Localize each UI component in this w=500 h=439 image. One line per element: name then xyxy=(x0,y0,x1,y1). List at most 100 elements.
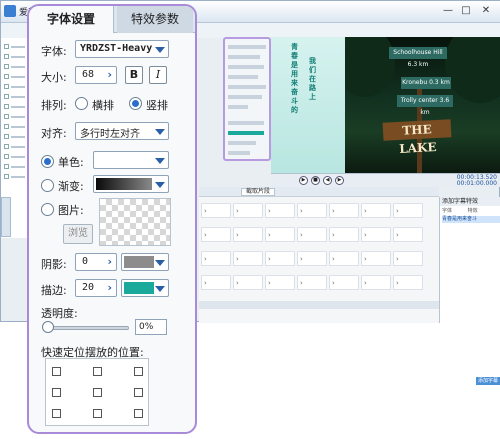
add-subtitle-button[interactable]: 添加字幕 xyxy=(476,377,500,385)
video-preview[interactable]: 青春是用来奋斗的 我们在路上 Schoolhouse Hill 6.3 km K… xyxy=(271,37,500,173)
shadow-color-picker[interactable] xyxy=(121,253,169,271)
tree-item[interactable] xyxy=(4,174,26,180)
size-value: 68 xyxy=(82,69,95,80)
mini-font-panel xyxy=(223,37,271,161)
play-button[interactable]: ▶ xyxy=(299,176,308,185)
solid-color-picker[interactable] xyxy=(93,151,169,169)
tab-font-settings[interactable]: 字体设置 xyxy=(29,6,114,33)
stop-button[interactable]: ■ xyxy=(311,176,320,185)
sign-2: Kronebu 0.3 km xyxy=(401,77,451,89)
tree-item[interactable] xyxy=(4,74,26,80)
tree-item[interactable] xyxy=(4,44,26,50)
tree-item[interactable] xyxy=(4,54,26,60)
tree-item[interactable] xyxy=(4,164,26,170)
chevron-right-icon: › xyxy=(107,281,112,294)
shadow-stepper[interactable]: 0 › xyxy=(75,253,117,271)
total-time: 00:01:00.000 xyxy=(456,180,497,187)
gradient-swatch xyxy=(96,178,152,190)
sign-3: Trolly center 3.6 km xyxy=(397,95,453,116)
gradient-picker[interactable] xyxy=(93,175,169,193)
preview-photo: Schoolhouse Hill 6.3 km Kronebu 0.3 km T… xyxy=(345,37,500,173)
layout-label: 排列: xyxy=(41,99,67,112)
timeline-scrollbar[interactable] xyxy=(199,301,439,309)
align-select[interactable]: 多行时左对齐 xyxy=(75,122,169,140)
image-radio[interactable] xyxy=(41,203,54,216)
column-effect: 特效 xyxy=(467,208,478,214)
font-select-value: YRDZST-Heavy xyxy=(80,43,153,54)
stroke-color-swatch xyxy=(124,282,154,294)
shadow-color-swatch xyxy=(124,256,154,268)
position-middle-right[interactable] xyxy=(134,388,143,397)
tree-item[interactable] xyxy=(4,124,26,130)
vertical-radio-label: 竖排 xyxy=(146,99,168,112)
stroke-label: 描边: xyxy=(41,284,67,297)
position-top-center[interactable] xyxy=(93,367,102,376)
chevron-down-icon xyxy=(155,182,165,188)
gradient-label: 渐变: xyxy=(58,180,84,193)
lake-sign: THE LAKE xyxy=(382,119,452,156)
opacity-slider-thumb[interactable] xyxy=(42,321,54,333)
browse-button[interactable]: 浏览 xyxy=(63,224,93,244)
position-bottom-right[interactable] xyxy=(134,409,143,418)
solid-color-swatch xyxy=(96,154,152,166)
shadow-value: 0 xyxy=(82,256,89,267)
subtitle-list-panel: 添加字幕特效 字体 特效 青春是用来奋斗 添加字幕 xyxy=(439,197,500,385)
sign-1: Schoolhouse Hill 6.3 km xyxy=(389,47,447,68)
chevron-down-icon xyxy=(155,260,165,266)
tab-effect-params[interactable]: 特效参数 xyxy=(117,6,193,33)
gradient-radio[interactable] xyxy=(41,179,54,192)
vertical-radio[interactable] xyxy=(129,97,142,110)
position-bottom-center[interactable] xyxy=(93,409,102,418)
timeline-toolbar xyxy=(199,187,439,197)
position-top-right[interactable] xyxy=(134,367,143,376)
prev-frame-button[interactable]: ◀ xyxy=(323,176,332,185)
close-button[interactable]: ✕ xyxy=(479,4,493,17)
position-top-left[interactable] xyxy=(52,367,61,376)
stroke-color-picker[interactable] xyxy=(121,279,169,297)
tree-item[interactable] xyxy=(4,114,26,120)
italic-button[interactable]: I xyxy=(149,66,167,84)
position-bottom-left[interactable] xyxy=(52,409,61,418)
tree-item[interactable] xyxy=(4,84,26,90)
tree-item[interactable] xyxy=(4,104,26,110)
stroke-stepper[interactable]: 20 › xyxy=(75,279,117,297)
subtitle-list-row[interactable]: 青春是用来奋斗 xyxy=(442,216,500,223)
align-label: 对齐: xyxy=(41,127,67,140)
sidebar-vertical-tab[interactable] xyxy=(1,197,11,237)
subtitle-list-header: 添加字幕特效 xyxy=(440,197,500,206)
maximize-button[interactable]: □ xyxy=(459,4,473,17)
image-preview xyxy=(99,198,171,246)
opacity-label: 透明度: xyxy=(41,307,78,320)
tree-item[interactable] xyxy=(4,94,26,100)
align-select-value: 多行时左对齐 xyxy=(80,129,140,140)
chevron-down-icon xyxy=(155,47,165,53)
image-label: 图片: xyxy=(58,204,84,217)
playback-controls: ▶ ■ ◀ ▶ 00:00:13.520 00:01:00.000 xyxy=(271,173,500,187)
column-font: 字体 xyxy=(442,208,453,214)
size-stepper[interactable]: 68 › xyxy=(75,66,117,84)
opacity-value[interactable]: 0% xyxy=(135,319,167,335)
chevron-down-icon xyxy=(155,129,165,135)
app-logo-icon xyxy=(4,5,16,17)
solid-color-radio[interactable] xyxy=(41,155,54,168)
tree-item[interactable] xyxy=(4,154,26,160)
tree-item[interactable] xyxy=(4,134,26,140)
position-middle-left[interactable] xyxy=(52,388,61,397)
opacity-slider-track[interactable] xyxy=(45,326,129,330)
tree-item[interactable] xyxy=(4,64,26,70)
caption-column-2: 我们在路上 xyxy=(309,57,316,101)
minimize-button[interactable]: — xyxy=(441,4,455,17)
horizontal-radio[interactable] xyxy=(75,97,88,110)
chevron-right-icon: › xyxy=(107,255,112,268)
stroke-value: 20 xyxy=(82,282,95,293)
caption-column-1: 青春是用来奋斗的 xyxy=(291,43,298,114)
font-select[interactable]: YRDZST-Heavy xyxy=(75,40,169,58)
position-middle-center[interactable] xyxy=(93,388,102,397)
size-label: 大小: xyxy=(41,71,67,84)
next-frame-button[interactable]: ▶ xyxy=(335,176,344,185)
chevron-right-icon: › xyxy=(107,68,112,81)
cut-clip-button[interactable]: 截取片段 xyxy=(241,188,275,196)
chevron-down-icon xyxy=(155,158,165,164)
bold-button[interactable]: B xyxy=(125,66,143,84)
tree-item[interactable] xyxy=(4,144,26,150)
